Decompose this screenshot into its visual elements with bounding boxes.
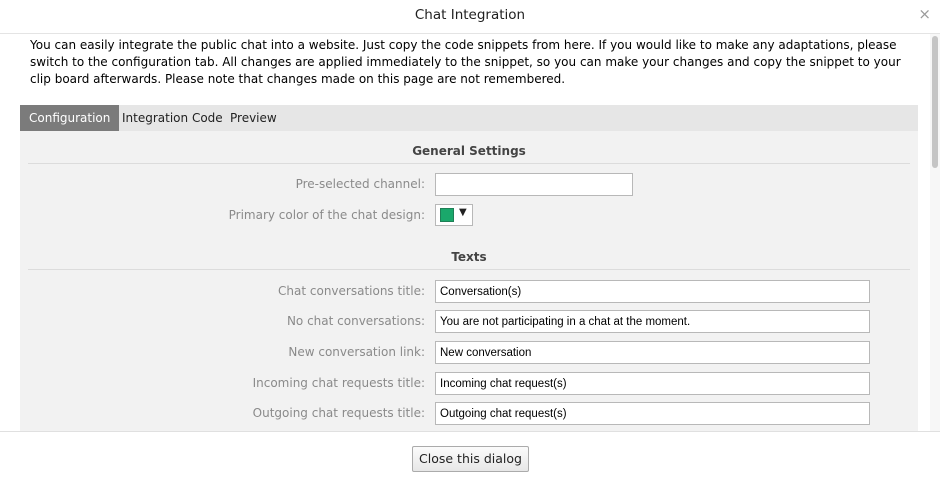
section-divider bbox=[28, 269, 910, 270]
tab-configuration[interactable]: Configuration bbox=[20, 105, 120, 131]
general-settings-title: General Settings bbox=[412, 144, 526, 158]
dialog-title: Chat Integration bbox=[414, 7, 526, 23]
dialog-header: Chat Integration × bbox=[0, 0, 940, 34]
new-conversation-link-input[interactable] bbox=[435, 341, 870, 364]
close-dialog-button[interactable]: Close this dialog bbox=[412, 446, 529, 472]
no-chat-conversations-label: No chat conversations: bbox=[286, 314, 425, 328]
scrollbar-thumb[interactable] bbox=[932, 36, 938, 168]
intro-text: You can easily integrate the public chat… bbox=[30, 38, 901, 86]
section-divider bbox=[28, 163, 910, 164]
color-swatch bbox=[440, 208, 454, 222]
no-chat-conversations-input[interactable] bbox=[435, 310, 870, 333]
dialog-content: You can easily integrate the public chat… bbox=[0, 34, 940, 431]
close-icon[interactable]: × bbox=[918, 7, 931, 22]
primary-color-label: Primary color of the chat design: bbox=[228, 208, 425, 222]
scrollbar[interactable] bbox=[930, 34, 940, 431]
configuration-panel: General Settings Pre-selected channel: P… bbox=[20, 131, 918, 431]
primary-color-picker[interactable]: ▼ bbox=[435, 204, 473, 226]
tab-preview[interactable]: Preview bbox=[221, 105, 286, 131]
tab-bar: Configuration Integration Code Preview bbox=[20, 105, 918, 131]
incoming-chat-requests-title-input[interactable] bbox=[435, 372, 870, 395]
outgoing-chat-requests-title-input[interactable] bbox=[435, 402, 870, 425]
preselected-channel-input[interactable] bbox=[435, 173, 633, 196]
dialog-footer: Close this dialog bbox=[0, 431, 940, 487]
preselected-channel-label: Pre-selected channel: bbox=[295, 177, 425, 191]
tab-integration-code[interactable]: Integration Code bbox=[113, 105, 232, 131]
chat-conversations-title-label: Chat conversations title: bbox=[278, 284, 425, 298]
new-conversation-link-label: New conversation link: bbox=[288, 345, 425, 359]
texts-title: Texts bbox=[451, 250, 487, 264]
incoming-chat-requests-title-label: Incoming chat requests title: bbox=[252, 376, 425, 390]
chevron-down-icon: ▼ bbox=[459, 207, 467, 218]
chat-conversations-title-input[interactable] bbox=[435, 280, 870, 303]
outgoing-chat-requests-title-label: Outgoing chat requests title: bbox=[252, 406, 425, 420]
